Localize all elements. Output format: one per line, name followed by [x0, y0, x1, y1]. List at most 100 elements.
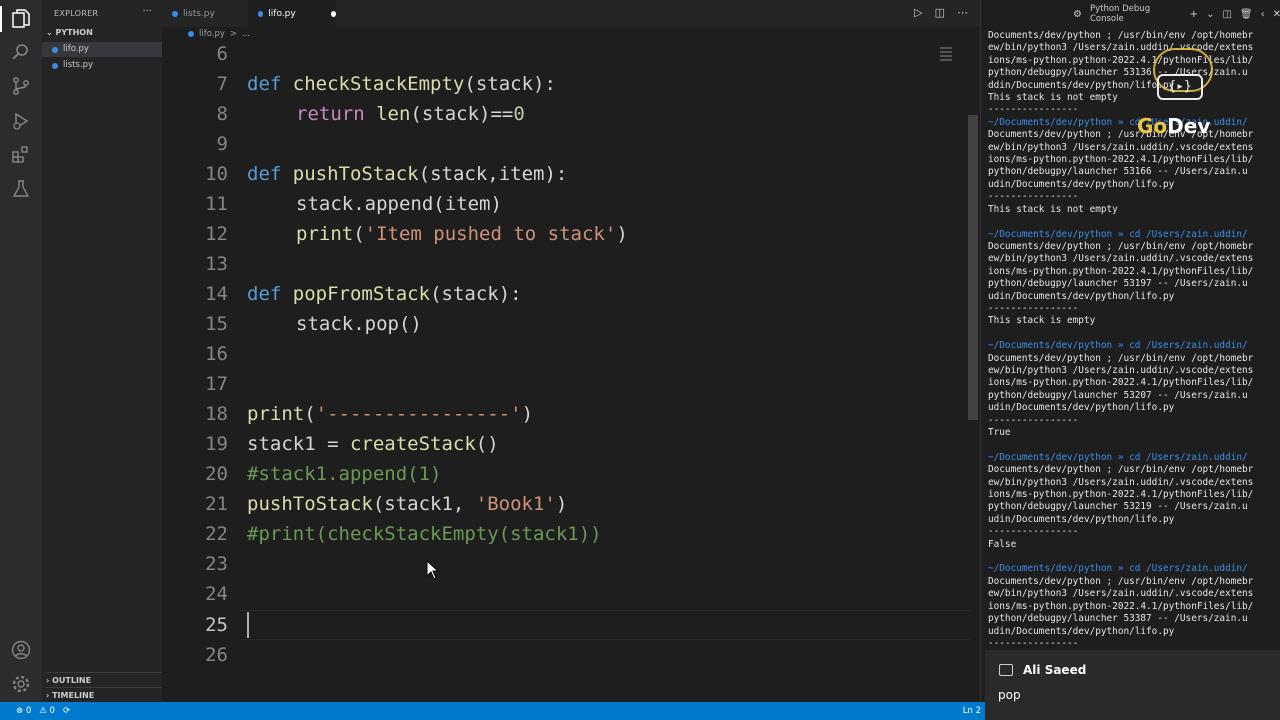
file-item-lists[interactable]: lists.py	[42, 58, 162, 73]
breadcrumb-file[interactable]: lifo.py	[199, 29, 225, 39]
code-line: 16	[162, 339, 962, 369]
file-item-lifo[interactable]: lifo.py	[42, 42, 162, 57]
line-number: 17	[205, 373, 228, 395]
terminal-line: udin/Documents/dev/python/lifo.py	[988, 625, 1175, 637]
cursor-position[interactable]: Ln 2	[963, 706, 981, 716]
terminal-line: This stack is empty	[988, 315, 1096, 327]
code-text: stack1 = createStack()	[247, 433, 499, 455]
problems-warnings[interactable]: ⚠ 0	[39, 706, 55, 716]
line-number: 25	[205, 614, 228, 636]
line-number: 8	[216, 103, 228, 125]
explorer-sidebar: EXPLORER ··· ⌄ PYTHON lifo.py lists.py ›…	[42, 0, 162, 702]
terminal-line: ----------------	[988, 414, 1079, 426]
terminal-line: ew/bin/python3 /Users/zain.uddin/.vscode…	[988, 253, 1254, 265]
terminal-line: udin/Documents/dev/python/lifo.py	[988, 513, 1175, 525]
chevron-down-icon[interactable]: ⌄	[1206, 9, 1214, 20]
line-number: 7	[216, 73, 228, 95]
outline-section[interactable]: › OUTLINE	[46, 672, 162, 685]
python-file-icon	[258, 10, 264, 17]
code-line: 10 def pushToStack(stack,item):	[162, 159, 962, 189]
run-debug-icon[interactable]	[11, 111, 31, 131]
line-number: 20	[205, 463, 228, 485]
breadcrumb-separator: >	[229, 29, 238, 39]
code-line: 8 return len(stack)==0	[162, 99, 962, 129]
sync-icon[interactable]: ⟳	[63, 706, 70, 716]
chat-bubble-icon	[999, 664, 1013, 676]
extensions-icon[interactable]	[11, 145, 31, 165]
terminal-line: ----------------	[988, 526, 1079, 538]
settings-gear-icon[interactable]	[11, 674, 31, 694]
file-name: lists.py	[63, 60, 94, 70]
code-line: 20 #stack1.append(1)	[162, 459, 962, 489]
terminal-line: ions/ms-python.python-2022.4.1/pythonFil…	[988, 489, 1254, 501]
terminal-line: ~/Documents/dev/python » cd /Users/zain.…	[988, 451, 1248, 463]
terminal-line: Documents/dev/python ; /usr/bin/env /opt…	[988, 352, 1254, 364]
python-file-icon	[52, 62, 58, 69]
debug-console-panel: ⚙ Python Debug Console + ⌄ ◫ 🗑 ‹ ✕ Docum…	[980, 0, 1280, 702]
terminal-icon: ⚙	[1073, 8, 1082, 20]
close-icon[interactable]: ✕	[1273, 9, 1280, 20]
split-editor-icon[interactable]: ◫	[935, 6, 945, 19]
activity-bar	[0, 0, 42, 702]
line-number: 14	[205, 283, 228, 305]
explorer-more-button[interactable]: ···	[142, 6, 152, 17]
search-icon[interactable]	[11, 42, 31, 62]
testing-icon[interactable]	[11, 179, 31, 199]
terminal-line: ----------------	[988, 637, 1079, 649]
terminal-line: Documents/dev/python ; /usr/bin/env /opt…	[988, 240, 1254, 252]
code-line: 9	[162, 129, 962, 159]
timeline-section[interactable]: › TIMELINE	[46, 687, 162, 700]
outline-label: OUTLINE	[52, 676, 92, 685]
line-number: 12	[205, 223, 228, 245]
python-file-icon	[52, 46, 58, 53]
tab-lifo[interactable]: lifo.py	[248, 0, 336, 27]
chevron-right-icon: ›	[46, 676, 50, 685]
terminal-line: udin/Documents/dev/python/lifo.py	[988, 402, 1175, 414]
code-line: 12 print('Item pushed to stack')	[162, 219, 962, 249]
unsaved-dot-icon[interactable]	[330, 10, 336, 17]
chat-message: pop	[998, 688, 1021, 702]
editor-tabs: lists.py lifo.py ▷ ◫ ⋯	[162, 0, 980, 27]
code-line: 14 def popFromStack(stack):	[162, 279, 962, 309]
split-terminal-icon[interactable]: ◫	[1222, 9, 1231, 20]
code-comment: #stack1.append(1)	[247, 463, 442, 485]
folder-python[interactable]: ⌄ PYTHON	[46, 28, 93, 37]
line-number: 11	[205, 193, 228, 215]
line-number: 10	[205, 163, 228, 185]
text-caret	[247, 612, 249, 638]
chevron-right-icon: ›	[46, 691, 50, 700]
add-terminal-icon[interactable]: +	[1190, 9, 1198, 20]
chat-sender: Ali Saeed	[1023, 663, 1087, 677]
terminal-line: ew/bin/python3 /Users/zain.uddin/.vscode…	[988, 364, 1254, 376]
code-editor[interactable]: 6 7 def checkStackEmpty(stack): 8 return…	[162, 41, 980, 702]
code-text: stack.pop()	[296, 313, 422, 335]
chat-notification[interactable]: Ali Saeed pop	[985, 650, 1280, 720]
timeline-label: TIMELINE	[52, 691, 95, 700]
terminal-line: python/debugpy/launcher 53387 -- /Users/…	[988, 613, 1248, 625]
code-line: 18 print('----------------')	[162, 399, 962, 429]
code-line-current: 25	[162, 610, 962, 640]
chevron-left-icon[interactable]: ‹	[1261, 9, 1265, 20]
panel-title[interactable]: Python Debug Console	[1090, 4, 1182, 24]
files-icon[interactable]	[11, 9, 31, 29]
problems-errors[interactable]: ⊗ 0	[16, 706, 31, 716]
source-control-icon[interactable]	[11, 76, 31, 96]
code-text: pushToStack(stack1, 'Book1')	[247, 493, 568, 515]
terminal-line: python/debugpy/launcher 53166 -- /Users/…	[988, 166, 1248, 178]
code-line: 6	[162, 39, 962, 69]
terminal-line: Documents/dev/python ; /usr/bin/env /opt…	[988, 575, 1254, 587]
run-icon[interactable]: ▷	[914, 6, 922, 19]
line-number: 18	[205, 403, 228, 425]
terminal-line: ions/ms-python.python-2022.4.1/pythonFil…	[988, 265, 1254, 277]
more-actions-icon[interactable]: ⋯	[957, 6, 968, 19]
account-icon[interactable]	[11, 640, 31, 660]
terminal-line: ~/Documents/dev/python » cd /Users/zain.…	[988, 340, 1248, 352]
terminal-line: ions/ms-python.python-2022.4.1/pythonFil…	[988, 600, 1254, 612]
breadcrumb-symbol[interactable]: ...	[242, 29, 250, 39]
code-line: 13	[162, 249, 962, 279]
editor-scrollbar[interactable]	[968, 115, 978, 420]
line-number: 24	[205, 583, 228, 605]
trash-icon[interactable]: 🗑	[1240, 9, 1253, 20]
code-text: def checkStackEmpty(stack):	[247, 73, 556, 95]
tab-lists[interactable]: lists.py	[162, 0, 248, 27]
